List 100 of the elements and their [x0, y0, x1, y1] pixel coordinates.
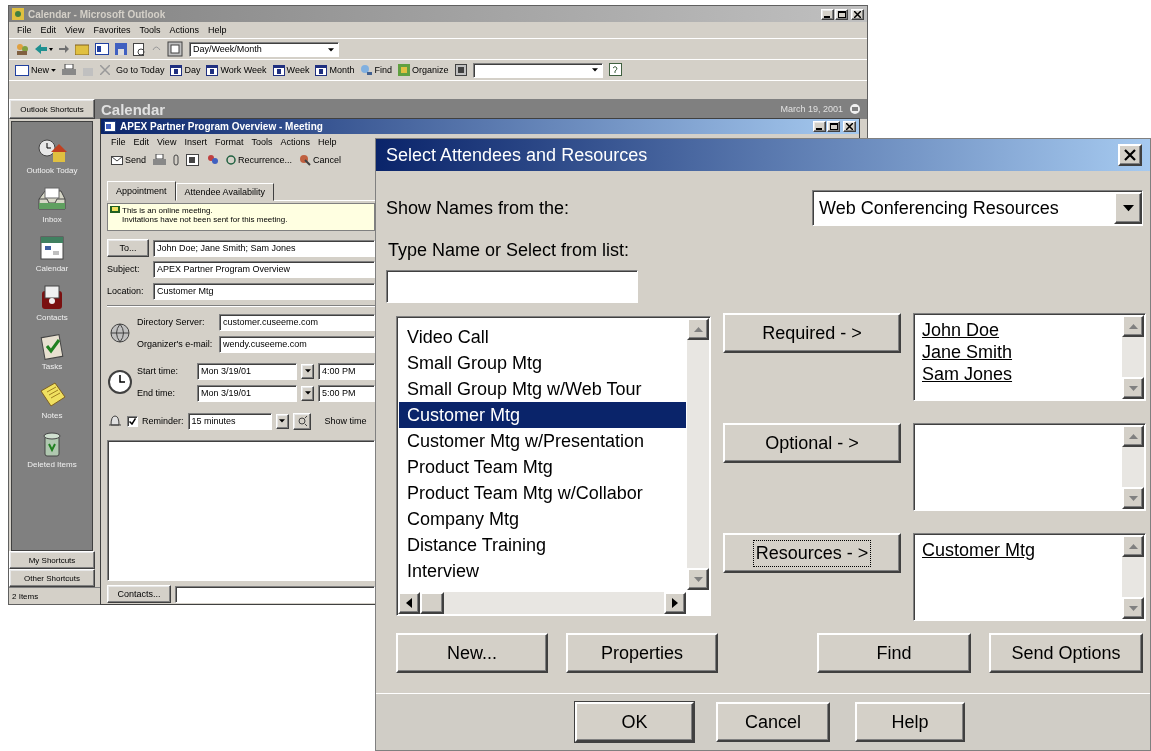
scroll-thumb[interactable] [420, 592, 444, 614]
list-item[interactable]: Interview [399, 558, 686, 584]
paperclip-icon[interactable] [173, 154, 180, 166]
outlook-shortcuts-button[interactable]: Outlook Shortcuts [9, 99, 95, 119]
menu-item[interactable]: File [111, 137, 126, 147]
transfer-button[interactable]: Required - > [723, 313, 901, 353]
list-item[interactable]: Customer Mtg w/Presentation [399, 428, 686, 454]
list-item[interactable]: Jane Smith [916, 341, 1121, 363]
date-field[interactable]: Mon 3/19/01 [197, 362, 297, 380]
close-button[interactable] [851, 8, 864, 20]
horizontal-scrollbar[interactable] [398, 592, 686, 614]
reminder-dropdown[interactable]: 15 minutes [187, 412, 272, 430]
text-field[interactable]: APEX Partner Program Overview [153, 260, 375, 278]
printer-icon[interactable] [62, 63, 76, 77]
list-item[interactable]: Distance Training [399, 532, 686, 558]
shortcut-label[interactable]: Inbox [42, 215, 62, 224]
menu-item[interactable]: Tools [251, 137, 273, 147]
dropdown-button[interactable] [301, 385, 314, 401]
menu-item[interactable]: Insert [184, 137, 207, 147]
menu-item[interactable]: Help [207, 25, 227, 35]
dialog-button[interactable]: Help [855, 702, 965, 742]
minimize-button[interactable] [821, 8, 834, 20]
cancel-invitation-button[interactable]: Cancel [299, 154, 342, 166]
minimize-button[interactable] [813, 121, 826, 132]
shortcut-group-button[interactable]: My Shortcuts [9, 551, 95, 569]
vertical-scrollbar[interactable] [1122, 425, 1144, 509]
shortcut-label[interactable]: Outlook Today [26, 166, 78, 175]
maximize-button[interactable] [827, 121, 840, 132]
vertical-scrollbar[interactable] [1122, 535, 1144, 619]
shortcut-label[interactable]: Calendar [35, 264, 69, 273]
menu-item[interactable]: Edit [133, 137, 150, 147]
contacts-field[interactable] [175, 585, 375, 603]
menu-item[interactable]: Actions [169, 25, 199, 35]
list-item[interactable]: Company Mtg [399, 506, 686, 532]
time-field[interactable]: 5:00 PM [318, 384, 375, 402]
shortcut-label[interactable]: Contacts [36, 313, 68, 322]
dialog-button[interactable]: Cancel [716, 702, 830, 742]
list-item[interactable]: Product Team Mtg [399, 454, 686, 480]
menu-item[interactable]: Tools [139, 25, 161, 35]
menu-item[interactable]: Format [214, 137, 244, 147]
list-item[interactable]: Customer Mtg [916, 539, 1121, 561]
view-button[interactable]: Work Week [206, 64, 267, 76]
menu-item[interactable]: Edit [40, 25, 57, 35]
date-field[interactable]: Mon 3/19/01 [197, 384, 297, 402]
recipient-list[interactable] [913, 423, 1146, 511]
new-button[interactable]: New [15, 64, 56, 76]
help-icon[interactable] [608, 63, 623, 77]
shortcut-label[interactable]: Deleted Items [27, 460, 77, 469]
transfer-button[interactable]: Resources - > [723, 533, 901, 573]
back-arrow-icon[interactable] [35, 44, 53, 54]
maximize-button[interactable] [835, 8, 848, 20]
menu-item[interactable]: View [157, 137, 177, 147]
view-dropdown[interactable]: Day/Week/Month [189, 41, 339, 57]
list-item[interactable]: Small Group Mtg [399, 350, 686, 376]
people-icon[interactable] [15, 42, 29, 56]
organize-button[interactable]: Organize [397, 64, 449, 76]
name-input[interactable] [386, 270, 638, 303]
vertical-scrollbar[interactable] [1122, 315, 1144, 399]
shortcut-group-button[interactable]: Other Shortcuts [9, 569, 95, 587]
tab[interactable]: Appointment [107, 181, 176, 201]
go-to-today-button[interactable]: Go to Today [116, 65, 165, 75]
people-icon[interactable] [206, 154, 220, 166]
forward-arrow-icon[interactable] [59, 44, 69, 54]
action-button[interactable]: Find [817, 633, 971, 673]
tab[interactable]: Attendee Availability [175, 183, 274, 201]
list-item[interactable]: Video Call [399, 324, 686, 350]
notes-area[interactable] [107, 440, 375, 581]
time-field[interactable]: 4:00 PM [318, 362, 375, 380]
names-list[interactable]: Video Call Small Group Mtg Small Group Mtg w/Web Tour Customer Mtg Customer Mtg w/Presentation Product Team Mtg Product Team Mtg w/Collabor Company Mtg Distance Training Interview [396, 316, 711, 616]
menu-item[interactable]: Help [317, 137, 337, 147]
sound-button[interactable] [292, 412, 311, 430]
folder-list-icon[interactable] [95, 43, 109, 55]
send-button[interactable]: Send [111, 155, 147, 165]
reminder-checkbox[interactable] [127, 415, 138, 427]
find-button[interactable]: Find [360, 64, 392, 76]
to-field[interactable]: John Doe; Jane Smith; Sam Jones [153, 239, 375, 257]
dialog-button[interactable]: OK [575, 702, 694, 742]
text-field[interactable]: Customer Mtg [153, 282, 375, 300]
print-preview-icon[interactable] [133, 42, 145, 56]
list-item[interactable]: Product Team Mtg w/Collabor [399, 480, 686, 506]
menu-item[interactable]: File [17, 25, 32, 35]
to-button[interactable]: To... [107, 239, 149, 257]
view-button[interactable]: Month [315, 64, 355, 76]
recipient-list[interactable]: John Doe Jane Smith Sam Jones [913, 313, 1146, 401]
text-field[interactable]: wendy.cuseeme.com [219, 335, 375, 353]
text-field[interactable]: customer.cuseeme.com [219, 313, 375, 331]
dropdown-button[interactable] [275, 413, 289, 429]
recurrence-button[interactable]: Recurrence... [226, 155, 293, 165]
list-item[interactable]: John Doe [916, 319, 1121, 341]
close-button[interactable] [1118, 144, 1142, 166]
list-item[interactable]: Small Group Mtg w/Web Tour [399, 376, 686, 402]
list-item[interactable]: Sam Jones [916, 363, 1121, 385]
recipient-list[interactable]: Customer Mtg [913, 533, 1146, 621]
view-button[interactable]: Week [272, 64, 310, 76]
save-icon[interactable] [115, 43, 127, 55]
address-book-dropdown[interactable]: Web Conferencing Resources [812, 190, 1143, 226]
vertical-scrollbar[interactable] [687, 318, 709, 590]
close-button[interactable] [843, 121, 856, 132]
action-button[interactable]: Properties [566, 633, 718, 673]
action-button[interactable]: Send Options [989, 633, 1143, 673]
